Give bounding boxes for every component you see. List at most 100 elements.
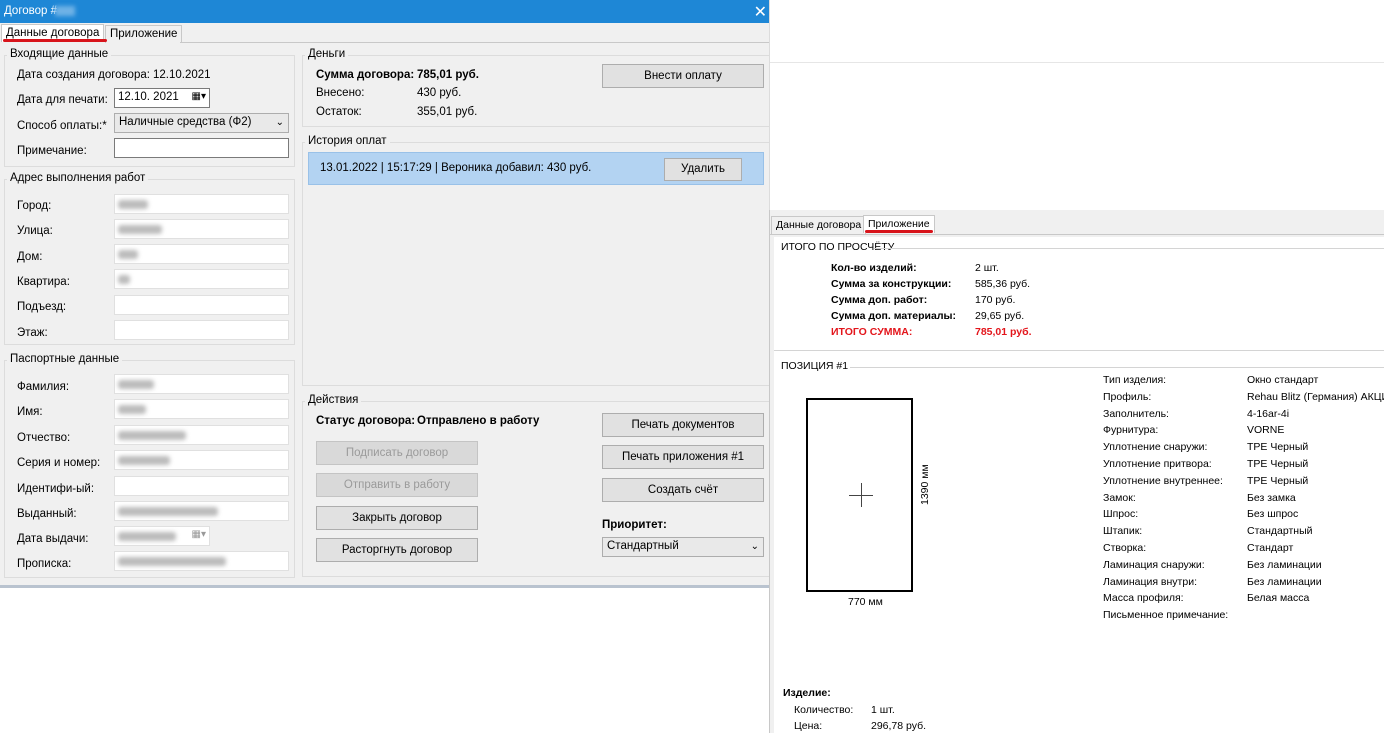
close-contract-button[interactable]: Закрыть договор xyxy=(316,506,478,530)
priority-label: Приоритет: xyxy=(602,519,667,531)
note-label: Примечание: xyxy=(17,145,87,157)
print-appendix-button[interactable]: Печать приложения #1 xyxy=(602,445,764,469)
chevron-down-icon: ⌄ xyxy=(750,541,759,552)
background-divider xyxy=(770,62,1384,63)
tab-highlight-underline xyxy=(3,39,107,42)
spec-value: Без замка xyxy=(1247,491,1296,504)
crosshair-icon xyxy=(861,483,862,507)
note-input[interactable] xyxy=(114,138,289,158)
issue-date-label: Дата выдачи: xyxy=(17,533,89,545)
tab-highlight-underline xyxy=(865,230,933,233)
position-divider xyxy=(850,367,1384,368)
appendix-panel: ИТОГО ПО ПРОСЧЁТУ Кол-во изделий: 2 шт. … xyxy=(774,237,1384,733)
patronymic-input[interactable] xyxy=(114,425,289,445)
send-to-work-button[interactable]: Отправить в работу xyxy=(316,473,478,497)
redacted-text xyxy=(118,225,162,234)
city-label: Город: xyxy=(17,200,52,212)
issue-date-picker[interactable]: ▦▾ xyxy=(114,526,210,546)
redacted-text xyxy=(118,532,176,541)
redacted-text xyxy=(118,380,154,389)
series-number-input[interactable] xyxy=(114,450,289,470)
calendar-icon[interactable]: ▦▾ xyxy=(192,529,206,540)
money-title: Деньги xyxy=(305,48,349,60)
payment-method-label: Способ оплаты:* xyxy=(17,120,107,132)
add-payment-button[interactable]: Внести оплату xyxy=(602,64,764,88)
entrance-input[interactable] xyxy=(114,295,289,315)
spec-value: 4-16ar-4i xyxy=(1247,407,1290,420)
payment-method-select[interactable]: Наличные средства (Ф2) ⌄ xyxy=(114,113,289,133)
print-date-label: Дата для печати: xyxy=(17,94,108,106)
issued-by-input[interactable] xyxy=(114,501,289,521)
width-dimension: 770 мм xyxy=(848,596,883,608)
summary-value: 2 шт. xyxy=(975,262,999,274)
create-invoice-button[interactable]: Создать счёт xyxy=(602,478,764,502)
contract-window: Договор # ✕ Данные договора Приложение В… xyxy=(0,0,778,588)
floor-input[interactable] xyxy=(114,320,289,340)
registration-input[interactable] xyxy=(114,551,289,571)
tab-contract-data[interactable]: Данные договора xyxy=(771,216,867,234)
address-title: Адрес выполнения работ xyxy=(7,172,149,184)
summary-value: 29,65 руб. xyxy=(975,310,1025,322)
redacted-text xyxy=(118,431,186,440)
paid-value: 430 руб. xyxy=(417,87,462,99)
background-window-edge xyxy=(769,0,1384,210)
terminate-contract-button[interactable]: Расторгнуть договор xyxy=(316,538,478,562)
delete-payment-button[interactable]: Удалить xyxy=(664,158,742,181)
apartment-input[interactable] xyxy=(114,269,289,289)
sign-contract-button[interactable]: Подписать договор xyxy=(316,441,478,465)
print-documents-button[interactable]: Печать документов xyxy=(602,413,764,437)
spec-label: Створка: xyxy=(1103,542,1147,554)
total-sum-label: ИТОГО СУММА: xyxy=(831,326,913,338)
redacted-text xyxy=(118,557,226,566)
rest-value: 355,01 руб. xyxy=(417,106,478,118)
paid-label: Внесено: xyxy=(316,87,365,99)
contract-sum-label: Сумма договора: xyxy=(316,69,415,81)
position-title: ПОЗИЦИЯ #1 xyxy=(781,360,849,372)
surname-label: Фамилия: xyxy=(17,381,70,393)
summary-title: ИТОГО ПО ПРОСЧЁТУ xyxy=(781,241,895,253)
spec-label: Ламинация внутри: xyxy=(1103,575,1197,588)
identifier-input[interactable] xyxy=(114,476,289,496)
spec-label: Письменное примечание: xyxy=(1103,609,1229,622)
print-date-picker[interactable]: 12.10. 2021 ▦▾ xyxy=(114,88,210,108)
total-sum-value: 785,01 руб. xyxy=(975,326,1032,338)
tab-strip-border xyxy=(180,42,772,43)
issued-by-label: Выданный: xyxy=(17,508,77,520)
created-date-value: 12.10.2021 xyxy=(153,69,211,81)
summary-label: Кол-во изделий: xyxy=(831,262,917,274)
spec-value: VORNE xyxy=(1247,424,1285,437)
summary-label: Сумма доп. материалы: xyxy=(831,310,956,322)
chevron-down-icon: ⌄ xyxy=(275,117,284,128)
calendar-icon[interactable]: ▦▾ xyxy=(192,91,206,102)
height-dimension: 1390 мм xyxy=(919,464,931,505)
price-label: Цена: xyxy=(794,720,823,732)
spec-value: TPE Черный xyxy=(1247,441,1309,454)
summary-value: 585,36 руб. xyxy=(975,278,1031,290)
house-label: Дом: xyxy=(17,251,43,263)
close-icon[interactable]: ✕ xyxy=(754,2,767,21)
house-input[interactable] xyxy=(114,244,289,264)
history-title: История оплат xyxy=(305,135,390,147)
city-input[interactable] xyxy=(114,194,289,214)
spec-value: Стандартный xyxy=(1247,525,1313,538)
redacted-text xyxy=(118,405,146,414)
summary-divider xyxy=(874,248,1384,249)
spec-label: Замок: xyxy=(1103,491,1136,504)
product-title: Изделие: xyxy=(783,687,831,699)
name-label: Имя: xyxy=(17,406,43,418)
name-input[interactable] xyxy=(114,399,289,419)
spec-value: TPE Черный xyxy=(1247,458,1309,470)
contract-status-value: Отправлено в работу xyxy=(417,415,540,427)
street-input[interactable] xyxy=(114,219,289,239)
tab-appendix[interactable]: Приложение xyxy=(105,25,183,43)
priority-select[interactable]: Стандартный ⌄ xyxy=(602,537,764,557)
spec-value: Окно стандарт xyxy=(1247,374,1319,386)
quantity-label: Количество: xyxy=(794,704,854,716)
surname-input[interactable] xyxy=(114,374,289,394)
window-drawing xyxy=(806,398,913,592)
summary-value: 170 руб. xyxy=(975,294,1016,306)
payment-history-row[interactable]: 13.01.2022 | 15:17:29 | Вероника добавил… xyxy=(308,152,764,185)
appendix-window: Данные договора Приложение ИТОГО ПО ПРОС… xyxy=(769,210,1384,733)
spec-label: Уплотнение внутреннее: xyxy=(1103,474,1223,487)
spec-value: Без ламинации xyxy=(1247,558,1322,571)
